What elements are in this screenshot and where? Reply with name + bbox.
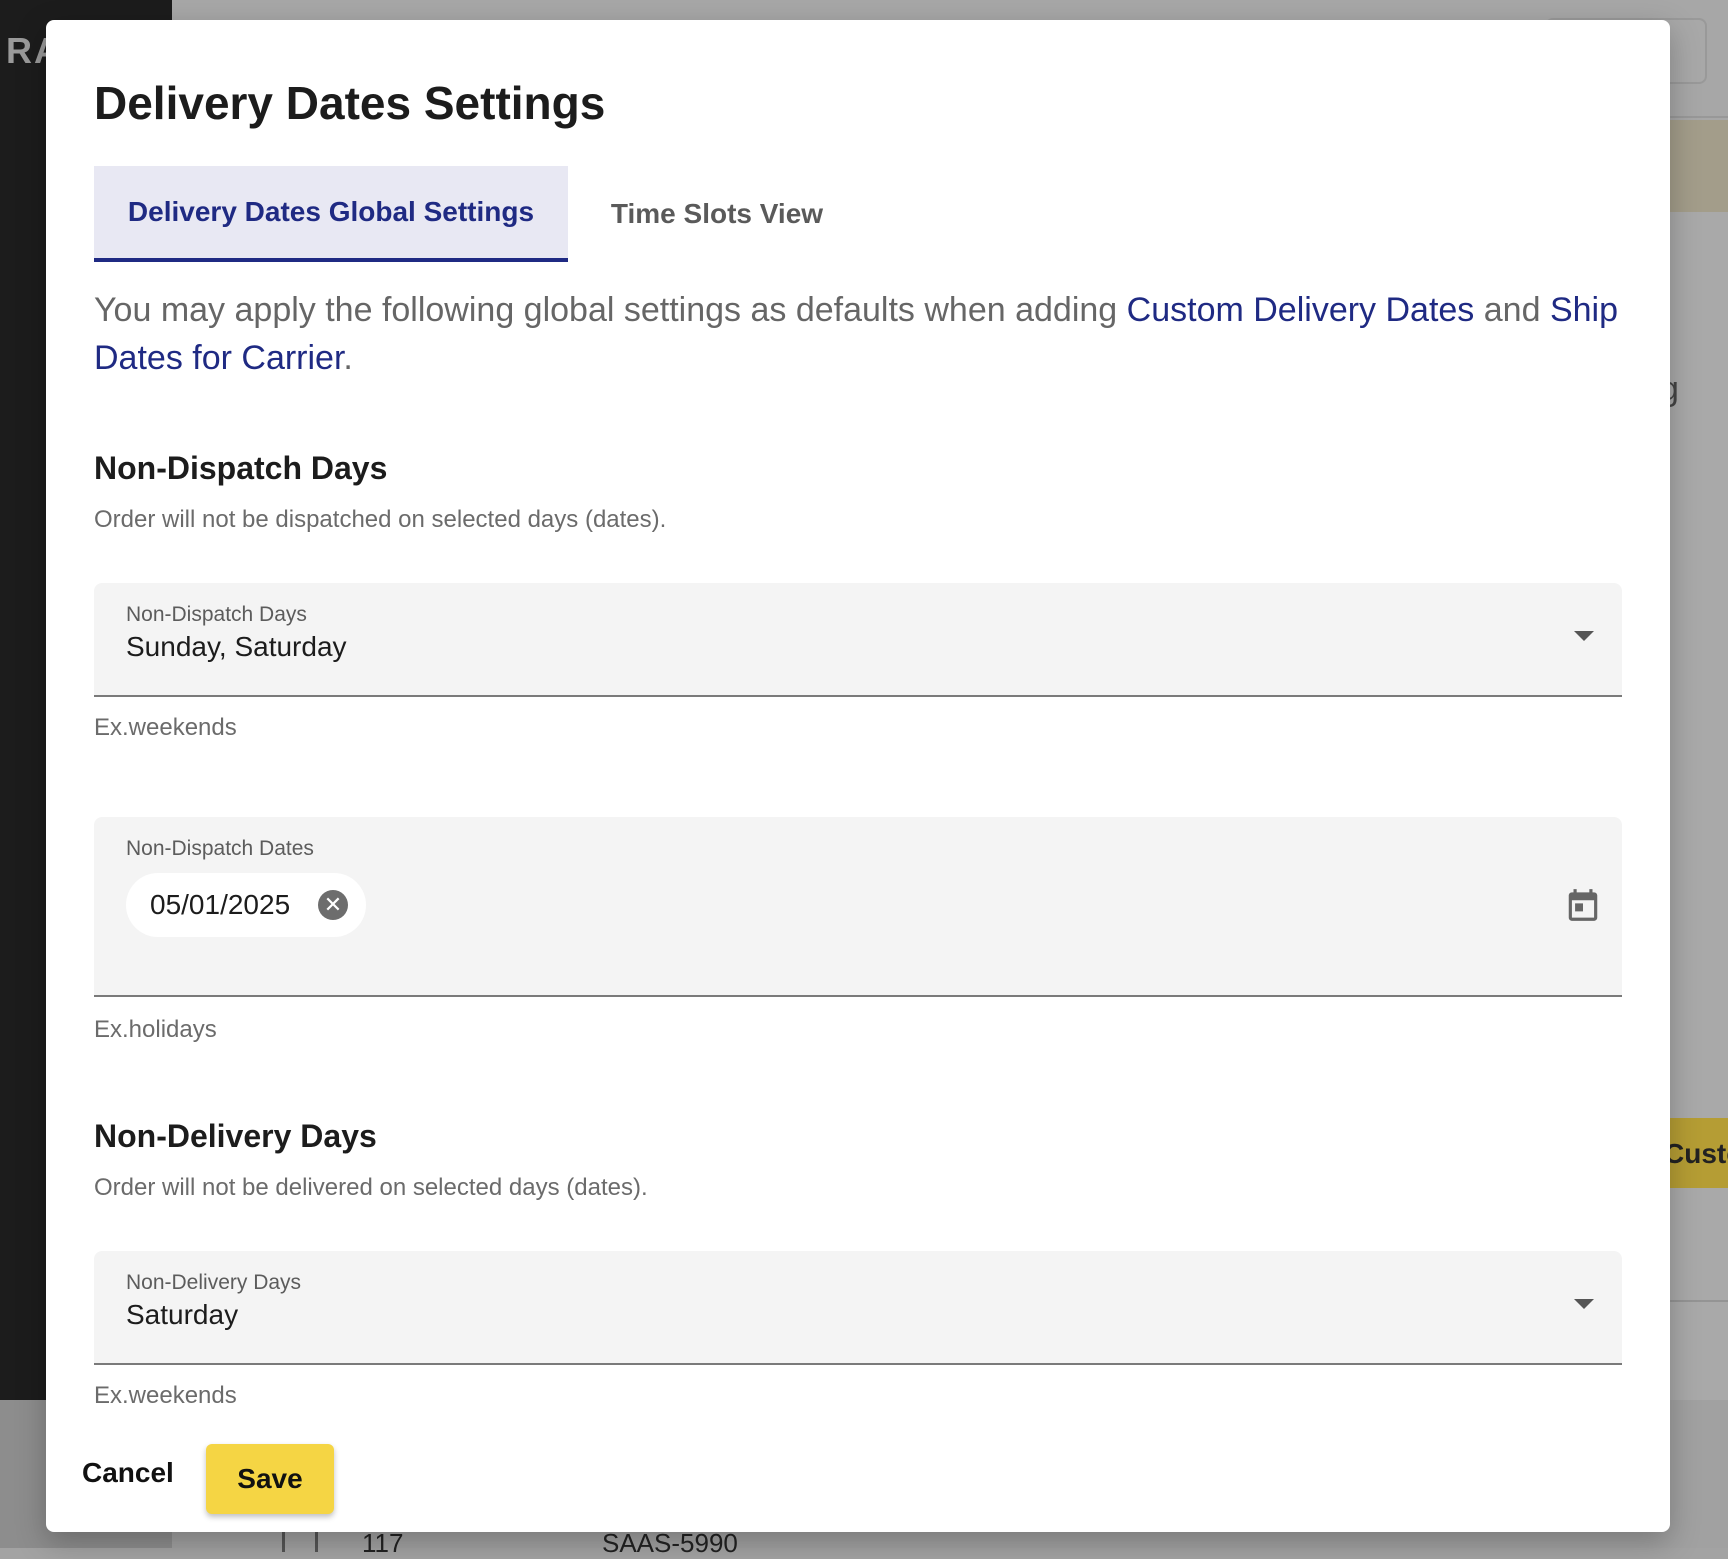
- intro-text: You may apply the following global setti…: [94, 286, 1634, 382]
- field-label: Non-Delivery Days: [126, 1271, 301, 1295]
- date-chip-label: 05/01/2025: [150, 889, 290, 921]
- app-table-cell: SAAS-5990: [602, 1528, 738, 1559]
- non-delivery-days-select[interactable]: Non-Delivery Days Saturday: [94, 1251, 1622, 1365]
- custom-delivery-dates-link[interactable]: Custom Delivery Dates: [1127, 291, 1475, 329]
- app-row-divider: [1660, 1300, 1728, 1302]
- non-dispatch-section-description: Order will not be dispatched on selected…: [94, 506, 666, 534]
- intro-text-part: and: [1474, 291, 1550, 329]
- chevron-down-icon[interactable]: [1574, 631, 1594, 641]
- intro-text-part: You may apply the following global setti…: [94, 291, 1127, 329]
- field-helper-text: Ex.weekends: [94, 1382, 237, 1410]
- field-value: Saturday: [126, 1299, 238, 1331]
- app-banner: [1660, 120, 1728, 212]
- tab-delivery-dates-global-settings[interactable]: Delivery Dates Global Settings: [94, 166, 568, 262]
- settings-tabs: Delivery Dates Global Settings Time Slot…: [94, 166, 866, 262]
- field-helper-text: Ex.holidays: [94, 1016, 217, 1044]
- app-table-cell: 117: [362, 1528, 403, 1559]
- cancel-button[interactable]: Cancel: [82, 1442, 174, 1504]
- delivery-dates-settings-dialog: Delivery Dates Settings Delivery Dates G…: [46, 20, 1670, 1532]
- field-helper-text: Ex.weekends: [94, 714, 237, 742]
- app-content-panel: [1660, 212, 1728, 1532]
- non-delivery-section-description: Order will not be delivered on selected …: [94, 1174, 648, 1202]
- save-button[interactable]: Save: [206, 1444, 334, 1514]
- non-dispatch-section-title: Non-Dispatch Days: [94, 450, 387, 487]
- remove-chip-icon[interactable]: ✕: [318, 890, 348, 920]
- app-custom-button: Custo: [1660, 1118, 1728, 1188]
- tab-time-slots-view[interactable]: Time Slots View: [568, 166, 866, 262]
- field-label: Non-Dispatch Days: [126, 603, 307, 627]
- non-dispatch-dates-field[interactable]: Non-Dispatch Dates 05/01/2025 ✕: [94, 817, 1622, 997]
- intro-text-part: .: [343, 339, 352, 377]
- calendar-icon[interactable]: [1564, 885, 1602, 925]
- date-chip: 05/01/2025 ✕: [126, 873, 366, 937]
- non-delivery-section-title: Non-Delivery Days: [94, 1118, 377, 1155]
- field-value: Sunday, Saturday: [126, 631, 347, 663]
- dialog-title: Delivery Dates Settings: [94, 76, 605, 130]
- field-label: Non-Dispatch Dates: [126, 837, 314, 861]
- chevron-down-icon[interactable]: [1574, 1299, 1594, 1309]
- non-dispatch-days-select[interactable]: Non-Dispatch Days Sunday, Saturday: [94, 583, 1622, 697]
